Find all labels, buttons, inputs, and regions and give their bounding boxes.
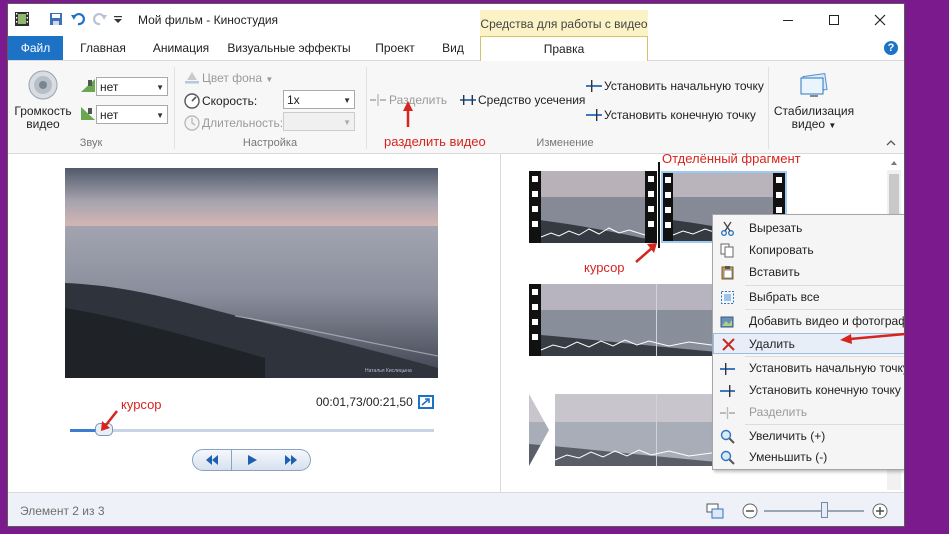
annotation-separated-fragment: Отделённый фрагмент	[662, 151, 801, 166]
arrow-to-storyboard-cursor	[635, 243, 657, 263]
arrow-to-split	[403, 101, 413, 127]
annotation-cursor-preview: курсор	[121, 397, 162, 412]
arrow-to-delete	[840, 332, 906, 344]
annotation-arrows	[101, 101, 906, 431]
annotation-split-video: разделить видео	[384, 134, 486, 149]
arrow-to-preview-cursor	[101, 410, 118, 431]
annotation-cursor-storyboard: курсор	[584, 260, 625, 275]
